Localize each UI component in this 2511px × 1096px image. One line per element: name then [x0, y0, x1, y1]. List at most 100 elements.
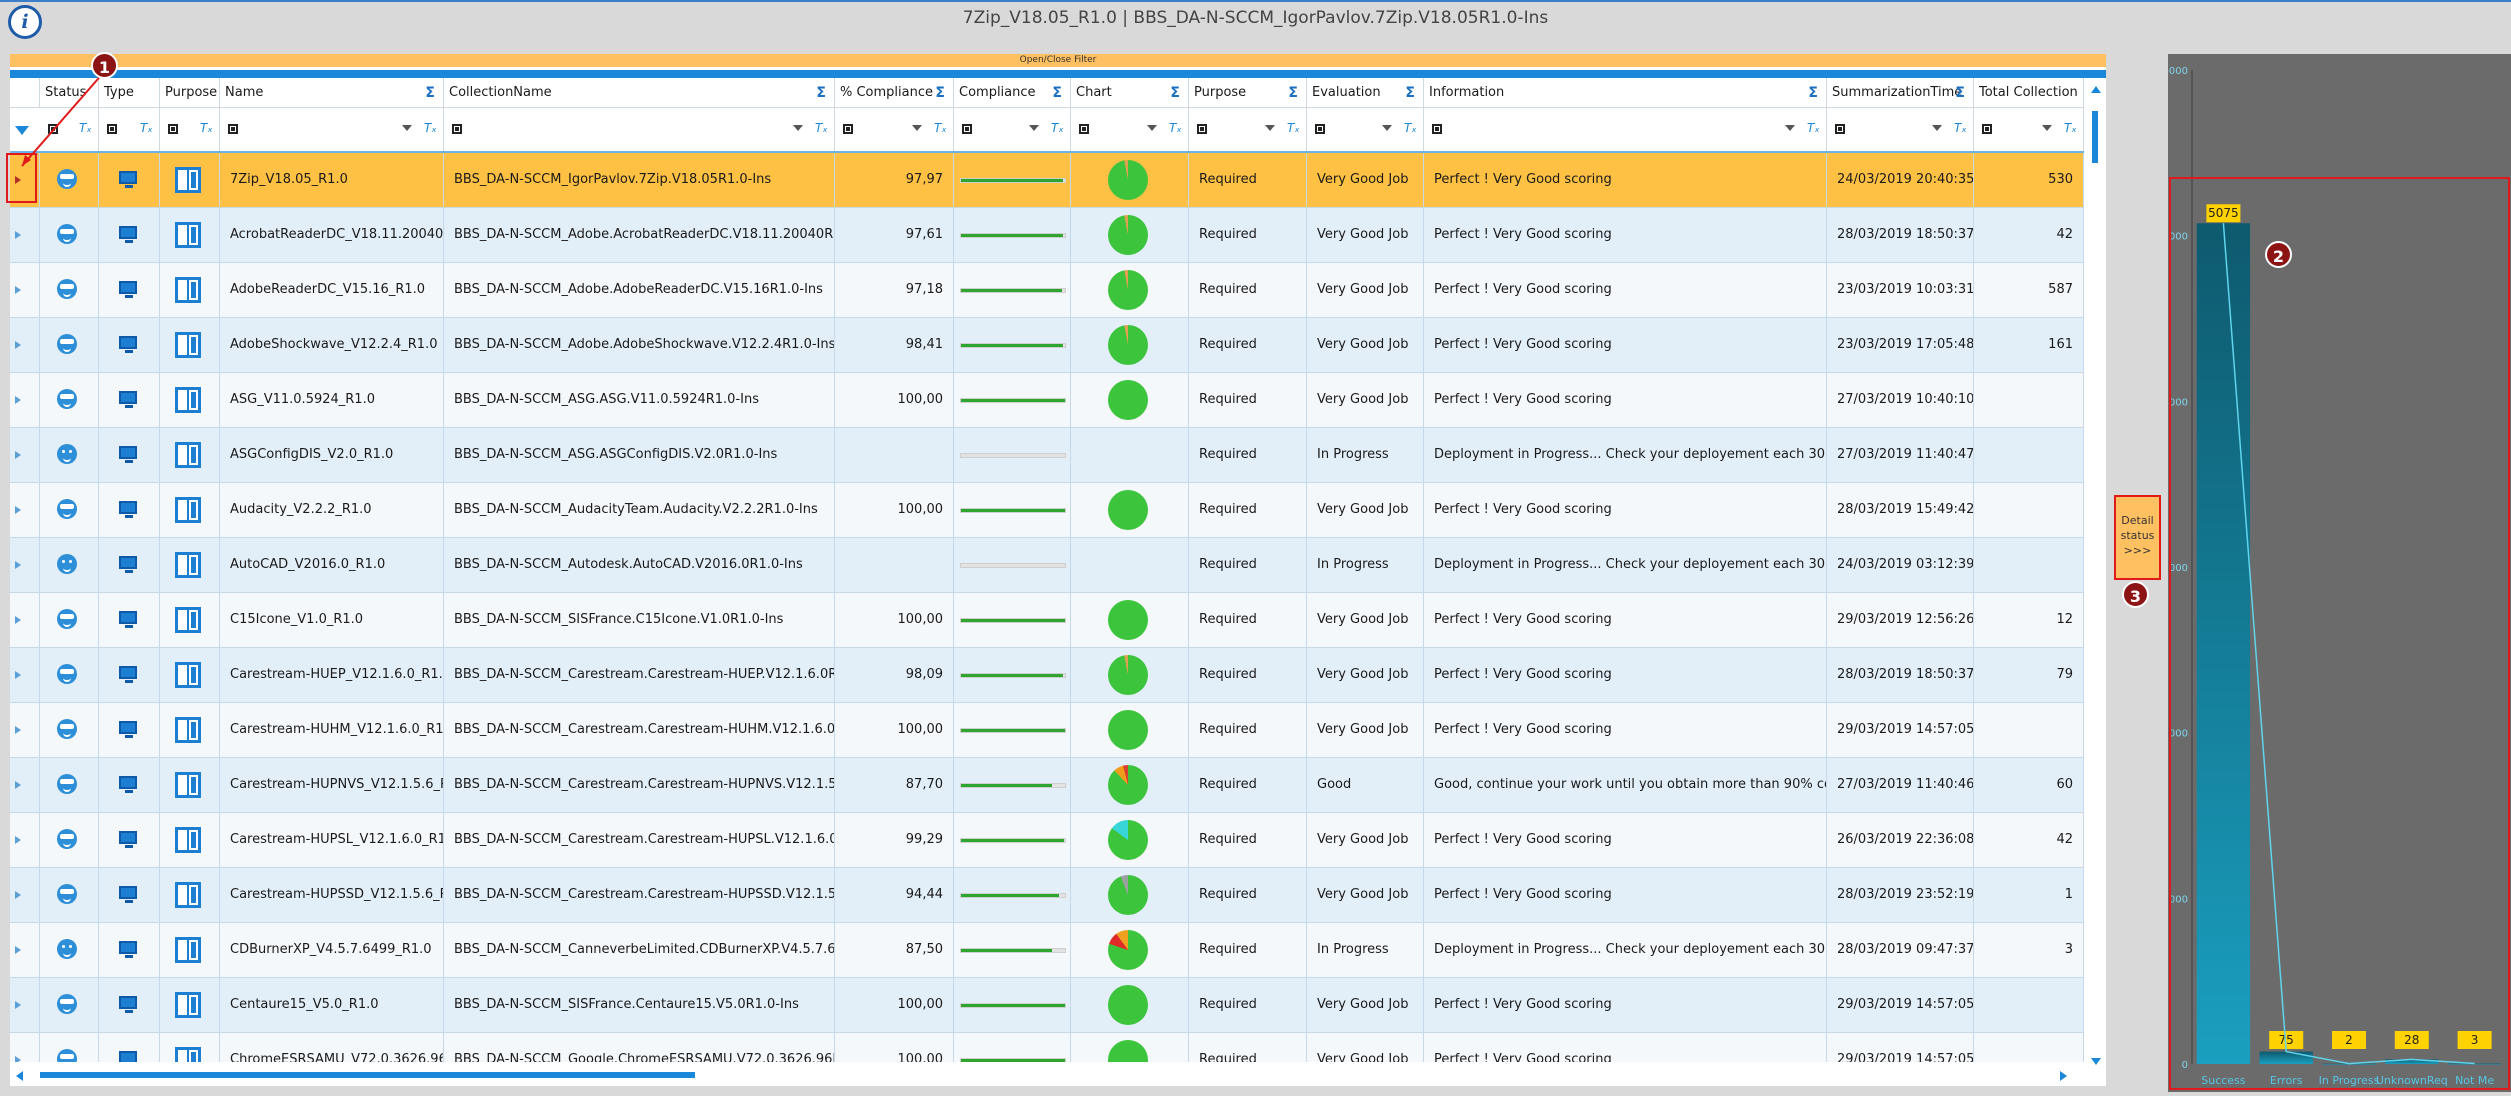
column-header-status[interactable]: Status [40, 78, 99, 108]
table-row[interactable]: Audacity_V2.2.2_R1.0 BBS_DA-N-SCCM_Audaci… [10, 483, 2084, 538]
column-header-total-collection[interactable]: Total Collection [1974, 78, 2084, 108]
filter-dropdown-icon[interactable] [1029, 125, 1039, 131]
row-expander-cell[interactable] [10, 428, 40, 482]
compliance-pie-chart[interactable] [1108, 930, 1148, 970]
clear-filter-icon[interactable]: Tₓ [934, 121, 947, 135]
vertical-scroll-thumb[interactable] [2092, 111, 2098, 163]
expand-row-icon[interactable] [15, 836, 21, 844]
compliance-pie-chart[interactable] [1108, 765, 1148, 805]
filter-cell[interactable]: Tₓ [1307, 108, 1424, 151]
clear-filter-icon[interactable]: Tₓ [815, 121, 828, 135]
expand-row-icon[interactable] [15, 671, 21, 679]
filter-dropdown-icon[interactable] [1932, 125, 1942, 131]
clear-filter-icon[interactable]: Tₓ [79, 121, 92, 135]
column-header-name[interactable]: Name Σ [220, 78, 444, 108]
filter-toggle-bar[interactable]: Open/Close Filter [10, 54, 2106, 67]
header-expander-column[interactable] [10, 78, 40, 108]
table-row[interactable]: AcrobatReaderDC_V18.11.20040_R1.0BBS_DA-… [10, 208, 2084, 263]
table-row[interactable]: AdobeReaderDC_V15.16_R1.0 BBS_DA-N-SCCM_A… [10, 263, 2084, 318]
sum-icon[interactable]: Σ [816, 78, 826, 107]
filter-cell[interactable]: Tₓ [220, 108, 444, 151]
filter-operator-icon[interactable] [107, 124, 117, 134]
filter-dropdown-icon[interactable] [1147, 125, 1157, 131]
scroll-down-icon[interactable] [2091, 1058, 2101, 1065]
scroll-up-icon[interactable] [2091, 86, 2101, 93]
row-expander-cell[interactable] [10, 978, 40, 1032]
compliance-pie-chart[interactable] [1108, 1040, 1148, 1062]
compliance-pie-chart[interactable] [1108, 490, 1148, 530]
table-row[interactable]: Carestream-HUHM_V12.1.6.0_R1.1 BBS_DA-N-S… [10, 703, 2084, 758]
clear-filter-icon[interactable]: Tₓ [1287, 121, 1300, 135]
row-expander-cell[interactable] [10, 373, 40, 427]
clear-filter-icon[interactable]: Tₓ [424, 121, 437, 135]
sum-icon[interactable]: Σ [1808, 78, 1818, 107]
row-expander-cell[interactable] [10, 318, 40, 372]
row-expander-cell[interactable] [10, 703, 40, 757]
compliance-pie-chart[interactable] [1108, 270, 1148, 310]
expand-row-icon[interactable] [15, 726, 21, 734]
table-row[interactable]: Carestream-HUPNVS_V12.1.5.6_R1.0BBS_DA-N… [10, 758, 2084, 813]
clear-filter-icon[interactable]: Tₓ [2064, 121, 2077, 135]
table-row[interactable]: C15Icone_V1.0_R1.0 BBS_DA-N-SCCM_SISFranc… [10, 593, 2084, 648]
compliance-pie-chart[interactable] [1108, 325, 1148, 365]
filter-operator-icon[interactable] [843, 124, 853, 134]
table-row[interactable]: ASG_V11.0.5924_R1.0 BBS_DA-N-SCCM_ASG.ASG… [10, 373, 2084, 428]
filter-operator-icon[interactable] [228, 124, 238, 134]
table-row[interactable]: Carestream-HUPSL_V12.1.6.0_R1.1 BBS_DA-N-… [10, 813, 2084, 868]
expand-row-icon[interactable] [15, 1056, 21, 1062]
clear-filter-icon[interactable]: Tₓ [1404, 121, 1417, 135]
scroll-left-icon[interactable] [16, 1071, 23, 1081]
detail-status-button[interactable]: Detail status >>> [2114, 495, 2161, 580]
filter-operator-icon[interactable] [1315, 124, 1325, 134]
expand-row-icon[interactable] [15, 396, 21, 404]
expand-row-icon[interactable] [15, 946, 21, 954]
column-header-chart[interactable]: Chart Σ [1071, 78, 1189, 108]
row-expander-cell[interactable] [10, 758, 40, 812]
row-expander-cell[interactable] [10, 538, 40, 592]
filter-cell[interactable]: Tₓ [1189, 108, 1307, 151]
filter-cell[interactable]: Tₓ [444, 108, 835, 151]
clear-filter-icon[interactable]: Tₓ [200, 121, 213, 135]
row-expander-cell[interactable] [10, 923, 40, 977]
sum-icon[interactable]: Σ [1405, 78, 1415, 107]
column-header-purpose[interactable]: Purpose [160, 78, 220, 108]
column-header-evaluation[interactable]: Evaluation Σ [1307, 78, 1424, 108]
clear-filter-icon[interactable]: Tₓ [1169, 121, 1182, 135]
filter-cell[interactable]: Tₓ [40, 108, 99, 151]
filter-operator-icon[interactable] [1197, 124, 1207, 134]
filter-operator-icon[interactable] [1982, 124, 1992, 134]
filter-operator-icon[interactable] [1432, 124, 1442, 134]
filter-cell[interactable]: Tₓ [99, 108, 160, 151]
filter-operator-icon[interactable] [962, 124, 972, 134]
filter-dropdown-icon[interactable] [2042, 125, 2052, 131]
column-header-summarizationtime[interactable]: SummarizationTime Σ [1827, 78, 1974, 108]
column-header-purpose[interactable]: Purpose Σ [1189, 78, 1307, 108]
row-expander-cell[interactable] [10, 813, 40, 867]
row-expander-cell[interactable] [10, 1033, 40, 1062]
filter-cell[interactable]: Tₓ [1071, 108, 1189, 151]
row-expander-cell[interactable] [10, 593, 40, 647]
compliance-pie-chart[interactable] [1108, 655, 1148, 695]
table-row[interactable]: ASGConfigDIS_V2.0_R1.0 BBS_DA-N-SCCM_ASG.… [10, 428, 2084, 483]
clear-filter-icon[interactable]: Tₓ [1807, 121, 1820, 135]
scroll-right-icon[interactable] [2060, 1071, 2067, 1081]
compliance-pie-chart[interactable] [1108, 710, 1148, 750]
column-header-compliance[interactable]: Compliance Σ [954, 78, 1071, 108]
filter-cell[interactable]: Tₓ [1827, 108, 1974, 151]
expand-row-icon[interactable] [15, 1001, 21, 1009]
clear-filter-icon[interactable]: Tₓ [140, 121, 153, 135]
sum-icon[interactable]: Σ [1052, 78, 1062, 107]
filter-cell[interactable]: Tₓ [835, 108, 954, 151]
compliance-pie-chart[interactable] [1108, 875, 1148, 915]
filter-dropdown-icon[interactable] [912, 125, 922, 131]
table-row[interactable]: AdobeShockwave_V12.2.4_R1.0 BBS_DA-N-SCCM… [10, 318, 2084, 373]
clear-filter-icon[interactable]: Tₓ [1051, 121, 1064, 135]
filter-operator-icon[interactable] [1835, 124, 1845, 134]
filter-operator-icon[interactable] [48, 124, 58, 134]
table-row[interactable]: CDBurnerXP_V4.5.7.6499_R1.0 BBS_DA-N-SCCM… [10, 923, 2084, 978]
filter-operator-icon[interactable] [168, 124, 178, 134]
table-row[interactable]: Carestream-HUPSSD_V12.1.5.6_R1.0BBS_DA-N… [10, 868, 2084, 923]
compliance-pie-chart[interactable] [1108, 985, 1148, 1025]
expand-row-icon[interactable] [15, 891, 21, 899]
filter-operator-icon[interactable] [452, 124, 462, 134]
